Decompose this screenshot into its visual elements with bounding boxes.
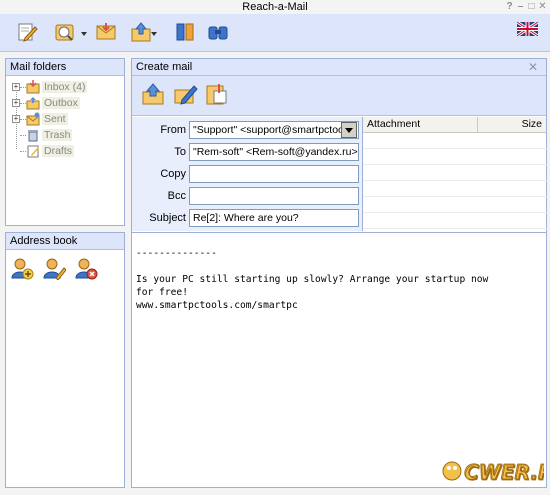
to-label: To: [174, 146, 186, 158]
watermark-logo: CWER.RU: [440, 449, 550, 489]
copy-label: Copy: [160, 168, 186, 180]
window-controls: ? – □ ✕: [505, 0, 547, 14]
address-book-toolbar: [6, 250, 124, 280]
uk-flag-icon[interactable]: [517, 22, 538, 36]
from-row: From "Support" <support@smartpctools: [132, 121, 362, 139]
attachments-header: Attachment Size: [363, 117, 546, 133]
send-mail-icon: [142, 83, 164, 105]
compose-icon: [18, 23, 38, 42]
window-title: Reach-a-Mail: [242, 1, 308, 13]
expand-inbox-button[interactable]: +: [12, 83, 20, 91]
attach-button[interactable]: [204, 81, 230, 107]
sign-icon: [174, 85, 198, 105]
folder-label-inbox: Inbox (4): [42, 81, 88, 93]
check-mail-icon: [55, 24, 74, 41]
folder-tree: + Inbox (4) + Outbox + Sent Trash Drafts: [6, 76, 124, 159]
col-attachment[interactable]: Attachment: [363, 117, 479, 132]
folder-sent[interactable]: + Sent: [10, 111, 124, 127]
folder-label-drafts: Drafts: [42, 145, 75, 157]
help-button[interactable]: ?: [505, 0, 514, 14]
folder-label-sent: Sent: [42, 113, 68, 125]
folder-label-trash: Trash: [42, 129, 73, 141]
create-mail-toolbar: [132, 76, 546, 116]
close-button[interactable]: ✕: [538, 0, 547, 14]
folder-drafts[interactable]: Drafts: [10, 143, 124, 159]
bcc-field[interactable]: [189, 187, 359, 205]
mail-folders-title: Mail folders: [6, 59, 124, 76]
from-select[interactable]: "Support" <support@smartpctools: [189, 121, 359, 139]
address-book-panel: Address book: [5, 232, 125, 488]
expand-outbox-button[interactable]: +: [12, 99, 20, 107]
folder-label-outbox: Outbox: [42, 97, 80, 109]
drafts-icon: [27, 145, 39, 158]
to-row: To "Rem-soft" <Rem-soft@yandex.ru>: [132, 143, 362, 161]
find-button[interactable]: [205, 19, 231, 45]
compose-button[interactable]: [14, 19, 40, 45]
to-field[interactable]: "Rem-soft" <Rem-soft@yandex.ru>: [189, 143, 359, 161]
create-mail-title: Create mail: [136, 61, 193, 73]
sign-button[interactable]: [172, 81, 198, 107]
close-compose-icon[interactable]: ✕: [528, 59, 538, 76]
watermark-logo-image: CWER.RU: [442, 460, 550, 484]
subject-field[interactable]: Re[2]: Where are you?: [189, 209, 359, 227]
maximize-button[interactable]: □: [527, 0, 536, 14]
folder-outbox[interactable]: + Outbox: [10, 95, 124, 111]
subject-label: Subject: [149, 212, 186, 224]
svg-text:CWER.RU: CWER.RU: [464, 460, 544, 484]
from-label: From: [160, 124, 186, 136]
folder-trash[interactable]: Trash: [10, 127, 124, 143]
col-size[interactable]: Size: [478, 117, 546, 132]
folder-inbox[interactable]: + Inbox (4): [10, 79, 124, 95]
delete-contact-icon[interactable]: [74, 256, 98, 280]
check-mail-button[interactable]: [52, 19, 78, 45]
bcc-label: Bcc: [167, 190, 186, 202]
minimize-button[interactable]: –: [516, 0, 525, 14]
receive-icon: [96, 23, 116, 40]
copy-row: Copy: [132, 165, 362, 183]
expand-sent-button[interactable]: +: [12, 115, 20, 123]
bcc-row: Bcc: [132, 187, 362, 205]
address-book-title: Address book: [6, 233, 124, 250]
attachments-grid: [363, 133, 547, 229]
attach-icon: [206, 84, 227, 105]
sent-icon: [26, 112, 40, 126]
title-bar: Reach-a-Mail ? – □ ✕: [0, 0, 550, 14]
attachments-list[interactable]: Attachment Size: [362, 117, 547, 231]
edit-contact-icon[interactable]: [42, 256, 66, 280]
address-book-button[interactable]: [172, 19, 198, 45]
inbox-icon: [26, 80, 40, 94]
address-book-icon: [176, 23, 194, 41]
receive-button[interactable]: [93, 19, 119, 45]
create-mail-panel: Create mail ✕ From "Support" <support@sm…: [131, 58, 547, 488]
copy-field[interactable]: [189, 165, 359, 183]
subject-row: Subject Re[2]: Where are you?: [132, 209, 362, 227]
outbox-icon: [26, 97, 40, 110]
main-toolbar: [0, 14, 550, 52]
from-dropdown-button[interactable]: [341, 122, 357, 138]
check-mail-dropdown[interactable]: [81, 32, 87, 38]
trash-icon: [28, 130, 38, 142]
mail-header-form: From "Support" <support@smartpctools To …: [132, 117, 362, 231]
send-dropdown[interactable]: [151, 32, 157, 38]
send-mail-button[interactable]: [140, 81, 166, 107]
find-icon: [208, 26, 228, 40]
send-icon: [131, 22, 151, 42]
add-contact-icon[interactable]: [10, 256, 34, 280]
create-mail-header: Create mail ✕: [132, 59, 546, 76]
mail-folders-panel: Mail folders + Inbox (4) + Outbox + Sent…: [5, 58, 125, 226]
